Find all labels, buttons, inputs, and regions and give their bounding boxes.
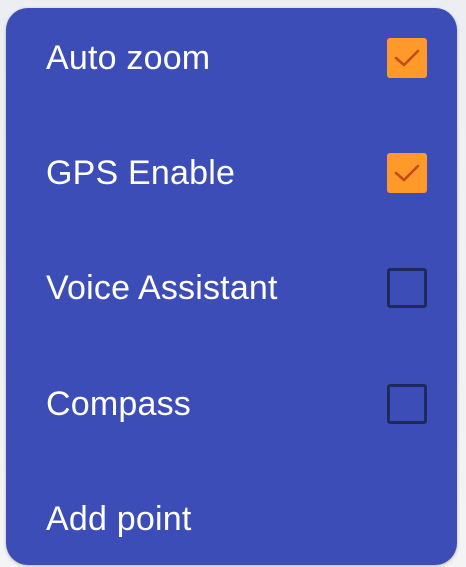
check-icon bbox=[394, 164, 420, 182]
menu-item-voice-assistant[interactable]: Voice Assistant bbox=[6, 240, 457, 336]
menu-item-auto-zoom[interactable]: Auto zoom bbox=[6, 10, 457, 106]
voice-assistant-checkbox[interactable] bbox=[387, 268, 427, 308]
menu-item-label: GPS Enable bbox=[46, 153, 236, 192]
menu-item-label: Voice Assistant bbox=[46, 268, 278, 307]
menu-item-label: Auto zoom bbox=[46, 38, 211, 77]
menu-item-label: Add point bbox=[46, 499, 192, 538]
compass-checkbox[interactable] bbox=[387, 384, 427, 424]
gps-enable-checkbox[interactable] bbox=[387, 153, 427, 193]
menu-item-label: Compass bbox=[46, 384, 192, 423]
menu-item-gps-enable[interactable]: GPS Enable bbox=[6, 125, 457, 221]
menu-item-compass[interactable]: Compass bbox=[6, 356, 457, 452]
menu-item-add-point[interactable]: Add point bbox=[6, 471, 457, 567]
auto-zoom-checkbox[interactable] bbox=[387, 38, 427, 78]
options-menu: Auto zoom GPS Enable Voice Assistant Com… bbox=[6, 8, 457, 565]
check-icon bbox=[394, 49, 420, 67]
